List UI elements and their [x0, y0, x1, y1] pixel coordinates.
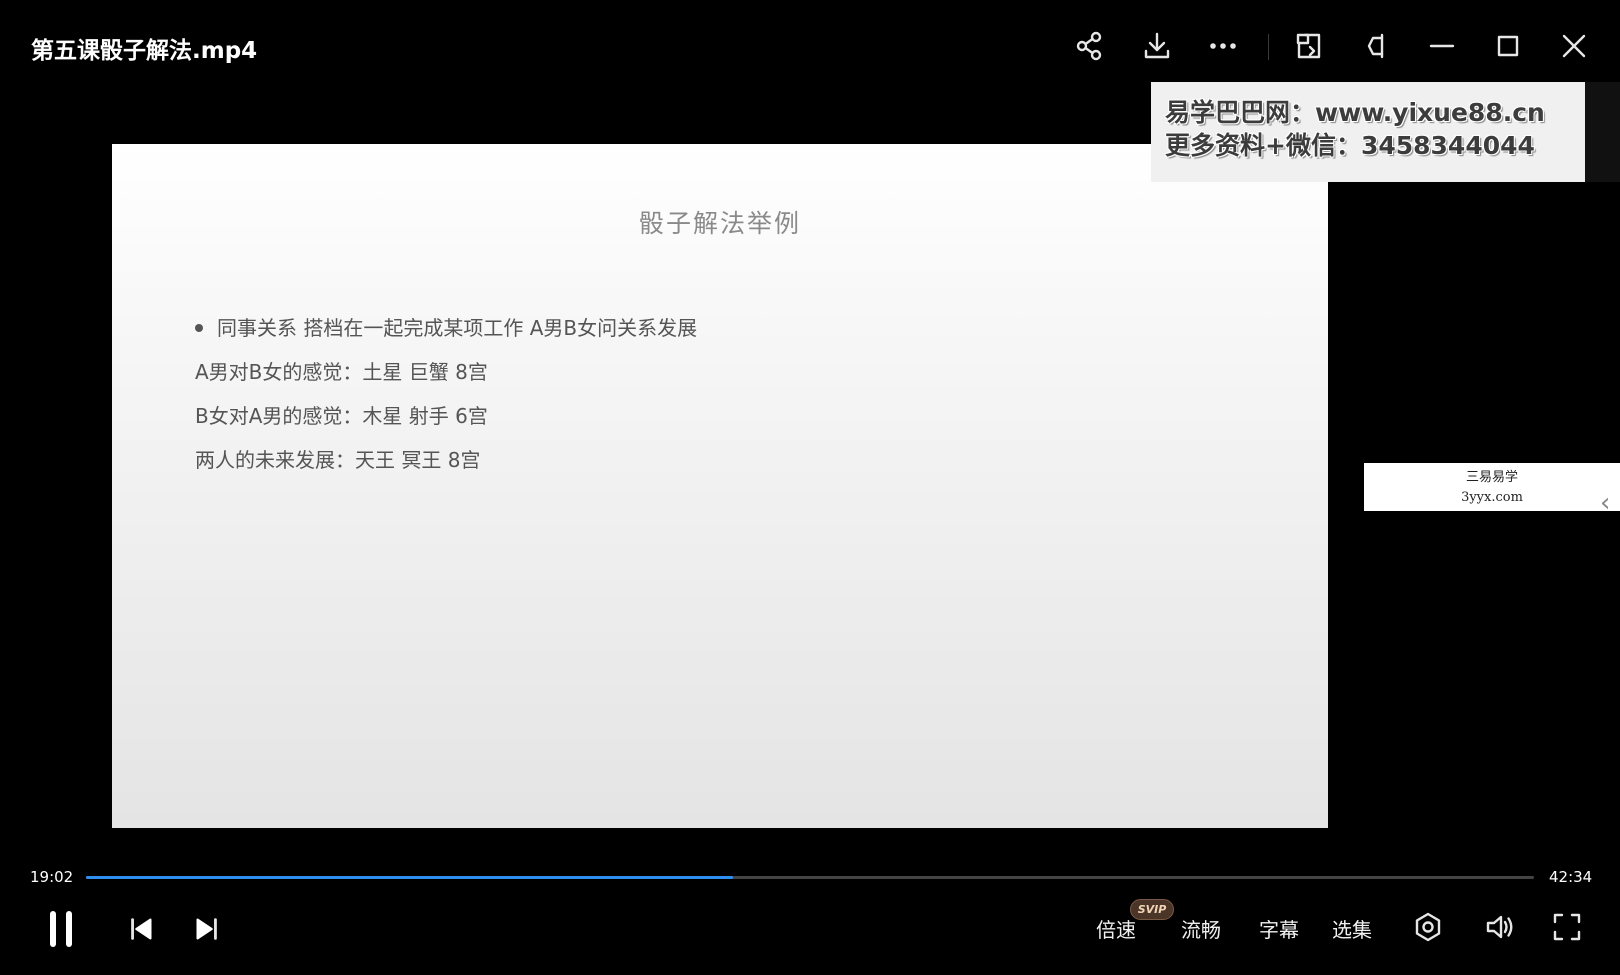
video-canvas[interactable]: 骰子解法举例 同事关系 搭档在一起完成某项工作 A男B女问关系发展 A男对B女的… — [0, 82, 1620, 852]
download-icon[interactable] — [1137, 26, 1177, 66]
current-time: 19:02 — [30, 868, 74, 886]
chevron-left-icon[interactable]: ‹ — [1600, 488, 1610, 518]
titlebar-divider — [1268, 34, 1269, 60]
more-icon[interactable] — [1203, 26, 1243, 66]
skip-next-icon — [196, 918, 217, 940]
watermark-yixue88: 易学巴巴网：www.yixue88.cn 更多资料+微信：3458344044 — [1151, 82, 1585, 182]
window-title: 第五课骰子解法.mp4 — [31, 38, 258, 64]
volume-icon — [1486, 915, 1513, 939]
next-button[interactable] — [190, 912, 224, 946]
volume-button[interactable] — [1482, 909, 1518, 945]
quality-button[interactable]: 流畅 — [1181, 914, 1221, 943]
pin-icon[interactable] — [1356, 26, 1396, 66]
fullscreen-icon — [1553, 913, 1581, 941]
svip-badge: SVIP — [1130, 899, 1174, 920]
share-icon[interactable] — [1069, 26, 1109, 66]
watermark-line: 三易易学 — [1465, 470, 1518, 485]
slide-line: B女对A男的感觉：木星 射手 6宫 — [195, 404, 488, 428]
watermark-line: 易学巴巴网：www.yixue88.cn — [1165, 98, 1545, 127]
episodes-button[interactable]: 选集 — [1332, 914, 1372, 943]
watermark-line: 更多资料+微信：3458344044 — [1165, 131, 1535, 160]
seek-bar-played — [86, 876, 734, 879]
maximize-icon[interactable] — [1488, 26, 1528, 66]
settings-button[interactable] — [1410, 909, 1446, 945]
pause-icon — [50, 911, 72, 947]
slide-line: 两人的未来发展：天王 冥王 8宫 — [195, 448, 481, 472]
bullet-icon — [195, 323, 203, 332]
settings-icon — [1415, 912, 1441, 942]
watermark-3yyx: 三易易学 3yyx.com — [1364, 463, 1620, 511]
close-icon[interactable] — [1554, 26, 1594, 66]
watermark-line: 3yyx.com — [1461, 490, 1523, 505]
subtitle-button[interactable]: 字幕 — [1259, 914, 1299, 943]
previous-button[interactable] — [124, 912, 158, 946]
watermark-edge — [1585, 82, 1620, 182]
seek-bar[interactable] — [86, 876, 1534, 879]
title-bar: 第五课骰子解法.mp4 — [0, 0, 1620, 92]
pause-button[interactable] — [42, 905, 82, 953]
skip-previous-icon — [131, 918, 152, 940]
mini-player-icon[interactable] — [1289, 26, 1329, 66]
slide-bullet-text: 同事关系 搭档在一起完成某项工作 A男B女问关系发展 — [217, 316, 698, 340]
total-time: 42:34 — [1549, 868, 1593, 886]
fullscreen-button[interactable] — [1549, 909, 1585, 945]
slide-line: A男对B女的感觉：土星 巨蟹 8宫 — [195, 360, 488, 384]
minimize-icon[interactable] — [1422, 26, 1462, 66]
speed-button[interactable]: 倍速 — [1096, 914, 1136, 943]
slide-title: 骰子解法举例 — [638, 209, 801, 238]
slide-bullet: 同事关系 搭档在一起完成某项工作 A男B女问关系发展 — [195, 312, 697, 341]
presentation-slide: 骰子解法举例 同事关系 搭档在一起完成某项工作 A男B女问关系发展 A男对B女的… — [112, 144, 1328, 828]
